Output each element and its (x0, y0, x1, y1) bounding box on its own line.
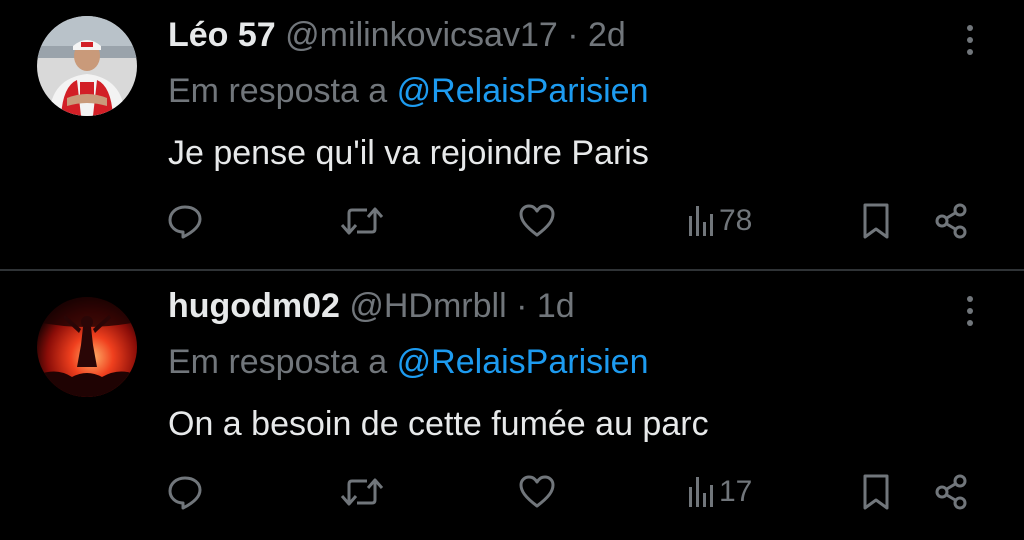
tweet-2[interactable]: hugodm02 @HDmrbll · 1d Em resposta a @Re… (0, 271, 1024, 540)
reply-mention-link[interactable]: @RelaisParisien (397, 343, 649, 381)
like-icon (519, 475, 555, 508)
reply-icon (168, 476, 202, 510)
bookmark-button[interactable] (860, 467, 892, 517)
views-button[interactable]: 17 (687, 467, 752, 517)
retweet-button[interactable] (339, 467, 385, 517)
views-count: 17 (719, 475, 753, 508)
retweet-button[interactable] (339, 196, 385, 246)
share-button[interactable] (932, 467, 972, 517)
reply-prefix: Em resposta a (168, 343, 388, 381)
reply-button[interactable] (165, 467, 205, 517)
display-name[interactable]: hugodm02 (168, 287, 340, 325)
views-icon (689, 477, 713, 507)
tweet-header: Léo 57 @milinkovicsav17 · 2d (168, 14, 626, 56)
user-handle[interactable]: @milinkovicsav17 (285, 16, 558, 54)
avatar[interactable] (37, 16, 137, 116)
bookmark-button[interactable] (860, 196, 892, 246)
reply-icon (168, 205, 202, 239)
display-name[interactable]: Léo 57 (168, 16, 276, 54)
reply-context: Em resposta a @RelaisParisien (168, 70, 649, 112)
share-icon (935, 203, 967, 239)
retweet-icon (340, 478, 384, 506)
avatar[interactable] (37, 297, 137, 397)
timestamp[interactable]: 2d (588, 16, 626, 54)
views-count: 78 (719, 204, 753, 237)
views-button[interactable]: 78 (687, 196, 752, 246)
bookmark-icon (863, 474, 889, 510)
tweet-text: On a besoin de cette fumée au parc (168, 405, 709, 443)
user-handle[interactable]: @HDmrbll (349, 287, 506, 325)
share-icon (935, 474, 967, 510)
reply-mention-link[interactable]: @RelaisParisien (397, 72, 649, 110)
tweet-1[interactable]: Léo 57 @milinkovicsav17 · 2d Em resposta… (0, 0, 1024, 269)
reply-button[interactable] (165, 196, 205, 246)
separator: · (516, 287, 528, 325)
tweet-header: hugodm02 @HDmrbll · 1d (168, 285, 575, 327)
reply-context: Em resposta a @RelaisParisien (168, 341, 649, 383)
flare-crowd-avatar-icon (37, 297, 137, 397)
bookmark-icon (863, 203, 889, 239)
like-button[interactable] (517, 467, 557, 517)
separator: · (567, 16, 579, 54)
like-button[interactable] (517, 196, 557, 246)
more-icon[interactable] (958, 20, 982, 60)
share-button[interactable] (932, 196, 972, 246)
timestamp[interactable]: 1d (537, 287, 575, 325)
views-icon (689, 206, 713, 236)
retweet-icon (340, 207, 384, 235)
more-icon[interactable] (958, 291, 982, 331)
reply-prefix: Em resposta a (168, 72, 388, 110)
tweet-text: Je pense qu'il va rejoindre Paris (168, 134, 649, 172)
like-icon (519, 204, 555, 237)
driver-avatar-icon (37, 16, 137, 116)
